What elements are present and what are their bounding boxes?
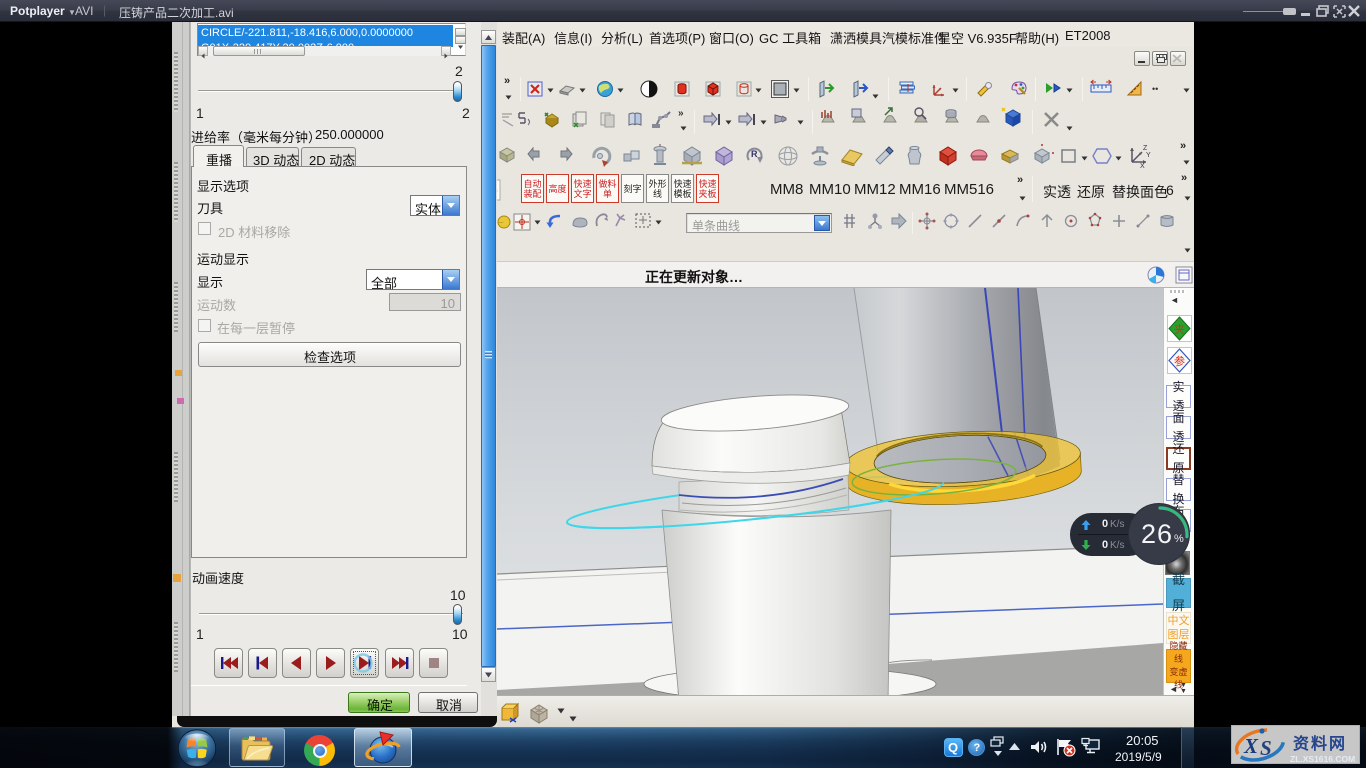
svg-text:Z: Z (1143, 145, 1148, 152)
svg-text:S: S (1260, 736, 1272, 760)
svg-text:X: X (1243, 734, 1259, 758)
svg-text:R: R (751, 149, 758, 159)
svg-text:参: 参 (1174, 354, 1185, 368)
svg-text:夹: 夹 (1174, 323, 1185, 336)
svg-text:Y: Y (1146, 152, 1151, 159)
svg-text:X: X (1140, 163, 1145, 168)
